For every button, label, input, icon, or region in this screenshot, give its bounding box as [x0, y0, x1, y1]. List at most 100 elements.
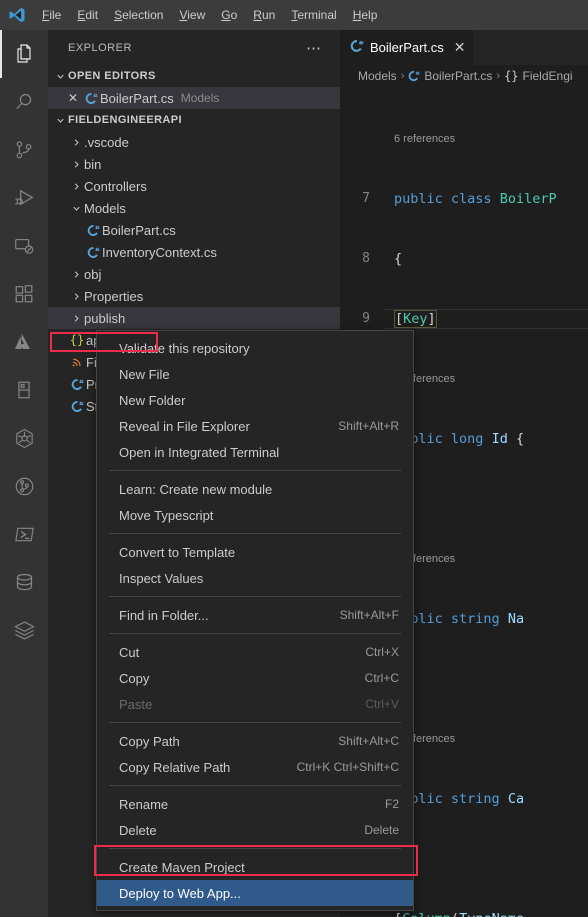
menu-separator [109, 596, 401, 597]
tree-item-boilerpart-cs[interactable]: BoilerPart.cs [48, 219, 340, 241]
activity-search-button[interactable] [0, 78, 48, 126]
activity-pipelines-button[interactable] [0, 462, 48, 510]
activity-run-debug-button[interactable] [0, 174, 48, 222]
menu-go[interactable]: Go [213, 0, 245, 30]
workspace-title: FIELDENGINEERAPI [68, 114, 182, 126]
menu-help-rest: elp [361, 8, 378, 22]
open-editors-section-header[interactable]: OPEN EDITORS [48, 65, 340, 87]
activity-layers-button[interactable] [0, 606, 48, 654]
ctx-new-file[interactable]: New File [97, 361, 413, 387]
menu-view-rest: iew [187, 8, 206, 22]
ctx-create-maven-project[interactable]: Create Maven Project [97, 854, 413, 880]
menu-terminal[interactable]: Terminal [283, 0, 344, 30]
code-line: 8{ [340, 249, 588, 269]
ctx-copy-relative-path[interactable]: Copy Relative Path Ctrl+K Ctrl+Shift+C [97, 754, 413, 780]
code-line: 7 public class BoilerP [340, 189, 588, 209]
ctx-label: Find in Folder... [119, 607, 209, 623]
breadcrumb-models[interactable]: Models [358, 69, 397, 83]
activity-azure-button[interactable] [0, 318, 48, 366]
activity-explorer-button[interactable] [0, 30, 48, 78]
activity-database-button[interactable] [0, 558, 48, 606]
menu-help[interactable]: Help [345, 0, 386, 30]
ctx-new-folder[interactable]: New Folder [97, 387, 413, 413]
rss-file-icon [68, 356, 86, 368]
tree-item-properties[interactable]: Properties [48, 285, 340, 307]
editor-tab-bar: BoilerPart.cs ✕ [340, 30, 588, 65]
ctx-reveal-in-file-explorer[interactable]: Reveal in File Explorer Shift+Alt+R [97, 413, 413, 439]
menu-separator [109, 633, 401, 634]
menu-bar: File Edit Selection View Go Run Terminal… [0, 0, 588, 30]
tree-item-label: Controllers [84, 178, 147, 194]
powershell-icon [13, 523, 36, 546]
tree-item-vscode[interactable]: .vscode [48, 131, 340, 153]
menu-terminal-rest: erminal [297, 8, 337, 22]
menu-view[interactable]: View [171, 0, 213, 30]
chevron-right-icon [68, 175, 84, 197]
more-actions-icon[interactable]: ⋯ [306, 39, 332, 57]
breadcrumb: Models › BoilerPart.cs › {} FieldEngi [340, 65, 588, 87]
tree-item-models[interactable]: Models [48, 197, 340, 219]
tree-item-inventorycontext-cs[interactable]: InventoryContext.cs [48, 241, 340, 263]
breadcrumb-separator: › [496, 70, 501, 82]
namespace-icon: {} [504, 69, 519, 83]
ctx-open-in-integrated-terminal[interactable]: Open in Integrated Terminal [97, 439, 413, 465]
tree-item-obj[interactable]: obj [48, 263, 340, 285]
code-lens[interactable]: 6 references [340, 129, 588, 149]
ctx-shortcut: Ctrl+X [365, 645, 399, 659]
ctx-learn-create-new-module[interactable]: Learn: Create new module [97, 476, 413, 502]
breadcrumb-boilerpart-cs[interactable]: BoilerPart.cs [424, 69, 492, 83]
line-number: 9 [362, 311, 370, 326]
ctx-inspect-values[interactable]: Inspect Values [97, 565, 413, 591]
tree-item-controllers[interactable]: Controllers [48, 175, 340, 197]
ctx-label: Copy Relative Path [119, 759, 231, 775]
ctx-convert-to-template[interactable]: Convert to Template [97, 539, 413, 565]
ctx-label: Open in Integrated Terminal [119, 444, 280, 460]
activity-remote-explorer-button[interactable] [0, 222, 48, 270]
ctx-label: Deploy to Web App... [119, 885, 241, 901]
open-editor-label: BoilerPart.cs [100, 90, 174, 106]
ctx-copy[interactable]: Copy Ctrl+C [97, 665, 413, 691]
activity-extensions-button[interactable] [0, 270, 48, 318]
database-icon [13, 571, 36, 594]
tab-boilerpart-cs[interactable]: BoilerPart.cs ✕ [340, 30, 475, 65]
ctx-move-typescript[interactable]: Move Typescript [97, 502, 413, 528]
menu-separator [109, 722, 401, 723]
ctx-shortcut: Delete [364, 823, 399, 837]
ctx-find-in-folder[interactable]: Find in Folder... Shift+Alt+F [97, 602, 413, 628]
ctx-validate-this-repository[interactable]: Validate this repository [97, 335, 413, 361]
tree-item-label: InventoryContext.cs [102, 244, 217, 260]
csharp-file-icon [408, 70, 420, 82]
tree-item-label: .vscode [84, 134, 129, 150]
chevron-right-icon [68, 263, 84, 285]
csharp-file-icon [84, 224, 102, 237]
menu-file[interactable]: File [34, 0, 69, 30]
activity-powershell-button[interactable] [0, 510, 48, 558]
ctx-rename[interactable]: Rename F2 [97, 791, 413, 817]
breadcrumb-namespace[interactable]: FieldEngi [523, 69, 573, 83]
ctx-label: Copy Path [119, 733, 180, 749]
chevron-down-icon [68, 197, 84, 219]
ctx-cut[interactable]: Cut Ctrl+X [97, 639, 413, 665]
remote-explorer-icon [13, 235, 35, 257]
activity-test-explorer-button[interactable] [0, 366, 48, 414]
ctx-label: Convert to Template [119, 544, 236, 560]
tree-item-publish[interactable]: publish [48, 307, 340, 329]
tab-close-icon[interactable]: ✕ [454, 39, 466, 56]
chevron-right-icon [68, 131, 84, 153]
activity-kubernetes-button[interactable] [0, 414, 48, 462]
menu-selection[interactable]: Selection [106, 0, 171, 30]
ctx-copy-path[interactable]: Copy Path Shift+Alt+C [97, 728, 413, 754]
csharp-file-icon [82, 92, 100, 105]
activity-source-control-button[interactable] [0, 126, 48, 174]
close-icon[interactable]: ✕ [64, 91, 82, 105]
menu-run[interactable]: Run [245, 0, 283, 30]
ctx-deploy-to-web-app[interactable]: Deploy to Web App... [97, 880, 413, 906]
menu-go-rest: o [230, 8, 238, 22]
tree-item-bin[interactable]: bin [48, 153, 340, 175]
menu-edit[interactable]: Edit [69, 0, 106, 30]
open-editor-item-boilerpart[interactable]: ✕ BoilerPart.cs Models [48, 87, 340, 109]
ctx-label: Inspect Values [119, 570, 204, 586]
ctx-delete[interactable]: Delete Delete [97, 817, 413, 843]
menu-edit-rest: dit [85, 8, 99, 22]
workspace-section-header[interactable]: FIELDENGINEERAPI [48, 109, 340, 131]
